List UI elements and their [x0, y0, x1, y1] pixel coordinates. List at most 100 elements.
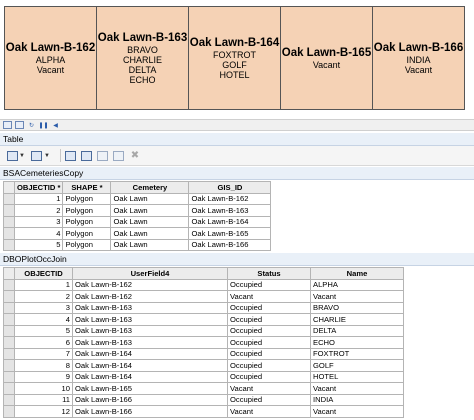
row-selector[interactable]: [3, 227, 15, 240]
cell[interactable]: Oak Lawn-B-164: [72, 370, 228, 383]
select-all-cell[interactable]: [3, 181, 15, 194]
cell[interactable]: Occupied: [227, 278, 311, 291]
cell[interactable]: Occupied: [227, 324, 311, 337]
cell[interactable]: 4: [14, 313, 73, 326]
plot-b163[interactable]: Oak Lawn-B-163 BRAVO CHARLIE DELTA ECHO: [97, 7, 189, 109]
column-header[interactable]: GIS_ID: [188, 181, 272, 194]
table-row[interactable]: 4 Polygon Oak Lawn Oak Lawn-B-165: [3, 227, 272, 240]
clear-selection-icon[interactable]: [97, 150, 109, 162]
cell[interactable]: Occupied: [227, 313, 311, 326]
cell[interactable]: 8: [14, 359, 73, 372]
cell[interactable]: Vacant: [310, 382, 404, 395]
row-selector[interactable]: [3, 370, 15, 383]
cell[interactable]: Polygon: [62, 192, 112, 205]
table-row[interactable]: 7 Oak Lawn-B-164 Occupied FOXTROT: [3, 347, 404, 360]
table-row[interactable]: 2 Polygon Oak Lawn Oak Lawn-B-163: [3, 204, 272, 217]
table-row[interactable]: 4 Oak Lawn-B-163 Occupied CHARLIE: [3, 313, 404, 326]
cell[interactable]: Oak Lawn-B-166: [188, 238, 272, 251]
cell[interactable]: Occupied: [227, 393, 311, 406]
delete-selected-icon[interactable]: ✖: [129, 150, 141, 162]
table-row[interactable]: 8 Oak Lawn-B-164 Occupied GOLF: [3, 359, 404, 372]
row-selector[interactable]: [3, 347, 15, 360]
cell[interactable]: 9: [14, 370, 73, 383]
table-row[interactable]: 10 Oak Lawn-B-165 Vacant Vacant: [3, 382, 404, 395]
cell[interactable]: INDIA: [310, 393, 404, 406]
plot-b164[interactable]: Oak Lawn-B-164 FOXTROT GOLF HOTEL: [189, 7, 281, 109]
cell[interactable]: 5: [14, 324, 73, 337]
column-header[interactable]: Status: [227, 267, 311, 280]
cell[interactable]: Oak Lawn-B-162: [72, 290, 228, 303]
cell[interactable]: Vacant: [310, 405, 404, 418]
cell[interactable]: 12: [14, 405, 73, 418]
cell[interactable]: Oak Lawn: [110, 238, 190, 251]
cell[interactable]: 11: [14, 393, 73, 406]
row-selector[interactable]: [3, 290, 15, 303]
scroll-left-icon[interactable]: ◀: [51, 122, 60, 129]
cell[interactable]: 3: [13, 215, 64, 228]
refresh-icon[interactable]: ↻: [27, 122, 36, 129]
cell[interactable]: Vacant: [310, 290, 404, 303]
cell[interactable]: ALPHA: [310, 278, 404, 291]
pause-icon[interactable]: ❚❚: [38, 122, 48, 129]
cell[interactable]: 10: [14, 382, 73, 395]
table-row[interactable]: 1 Oak Lawn-B-162 Occupied ALPHA: [3, 278, 404, 291]
cell[interactable]: Polygon: [62, 204, 112, 217]
cell[interactable]: 2: [14, 290, 73, 303]
cell[interactable]: Occupied: [227, 301, 311, 314]
table-tab-dboplotoccjoin[interactable]: DBOPlotOccJoin: [0, 253, 474, 266]
copy-selected-icon[interactable]: [113, 150, 125, 162]
cell[interactable]: Oak Lawn-B-164: [188, 215, 272, 228]
cell[interactable]: Oak Lawn-B-163: [72, 313, 228, 326]
cell[interactable]: BRAVO: [310, 301, 404, 314]
cell[interactable]: Oak Lawn-B-162: [188, 192, 272, 205]
row-selector[interactable]: [3, 313, 15, 326]
column-header[interactable]: SHAPE *: [62, 181, 112, 194]
cell[interactable]: 5: [13, 238, 64, 251]
map-view[interactable]: Oak Lawn-B-162 ALPHA Vacant Oak Lawn-B-1…: [0, 0, 474, 118]
table-row[interactable]: 1 Polygon Oak Lawn Oak Lawn-B-162: [3, 192, 272, 205]
row-selector[interactable]: [3, 192, 15, 205]
cell[interactable]: 7: [14, 347, 73, 360]
cell[interactable]: GOLF: [310, 359, 404, 372]
row-selector[interactable]: [3, 204, 15, 217]
cell[interactable]: Oak Lawn-B-163: [72, 301, 228, 314]
cell[interactable]: 2: [13, 204, 64, 217]
cell[interactable]: Occupied: [227, 336, 311, 349]
plot-b166[interactable]: Oak Lawn-B-166 INDIA Vacant: [373, 7, 464, 109]
table-row[interactable]: 5 Polygon Oak Lawn Oak Lawn-B-166: [3, 238, 272, 251]
table-row[interactable]: 3 Oak Lawn-B-163 Occupied BRAVO: [3, 301, 404, 314]
cell[interactable]: Occupied: [227, 370, 311, 383]
cell[interactable]: HOTEL: [310, 370, 404, 383]
cell[interactable]: Oak Lawn: [110, 192, 190, 205]
row-selector[interactable]: [3, 336, 15, 349]
cell[interactable]: Occupied: [227, 359, 311, 372]
table-row[interactable]: 9 Oak Lawn-B-164 Occupied HOTEL: [3, 370, 404, 383]
cell[interactable]: Oak Lawn: [110, 215, 190, 228]
row-selector[interactable]: [3, 382, 15, 395]
cell[interactable]: 1: [13, 192, 64, 205]
cell[interactable]: Oak Lawn-B-166: [72, 393, 228, 406]
table-row[interactable]: 3 Polygon Oak Lawn Oak Lawn-B-164: [3, 215, 272, 228]
table-options-icon[interactable]: [6, 150, 18, 162]
plot-b165[interactable]: Oak Lawn-B-165 Vacant: [281, 7, 373, 109]
cell[interactable]: Oak Lawn-B-166: [72, 405, 228, 418]
switch-selection-icon[interactable]: [81, 150, 93, 162]
cell[interactable]: Vacant: [227, 382, 311, 395]
table-row[interactable]: 2 Oak Lawn-B-162 Vacant Vacant: [3, 290, 404, 303]
row-selector[interactable]: [3, 359, 15, 372]
cell[interactable]: 3: [14, 301, 73, 314]
select-by-attributes-icon[interactable]: [65, 150, 77, 162]
cell[interactable]: Oak Lawn-B-164: [72, 347, 228, 360]
row-selector[interactable]: [3, 301, 15, 314]
cell[interactable]: Polygon: [62, 238, 112, 251]
cell[interactable]: FOXTROT: [310, 347, 404, 360]
plot-b162[interactable]: Oak Lawn-B-162 ALPHA Vacant: [5, 7, 97, 109]
cell[interactable]: Polygon: [62, 215, 112, 228]
related-tables-icon[interactable]: [31, 150, 43, 162]
cell[interactable]: Oak Lawn-B-162: [72, 278, 228, 291]
cell[interactable]: Oak Lawn: [110, 204, 190, 217]
cell[interactable]: Oak Lawn-B-165: [72, 382, 228, 395]
cell[interactable]: Oak Lawn-B-165: [188, 227, 272, 240]
cell[interactable]: Polygon: [62, 227, 112, 240]
column-header[interactable]: OBJECTID *: [13, 181, 64, 194]
